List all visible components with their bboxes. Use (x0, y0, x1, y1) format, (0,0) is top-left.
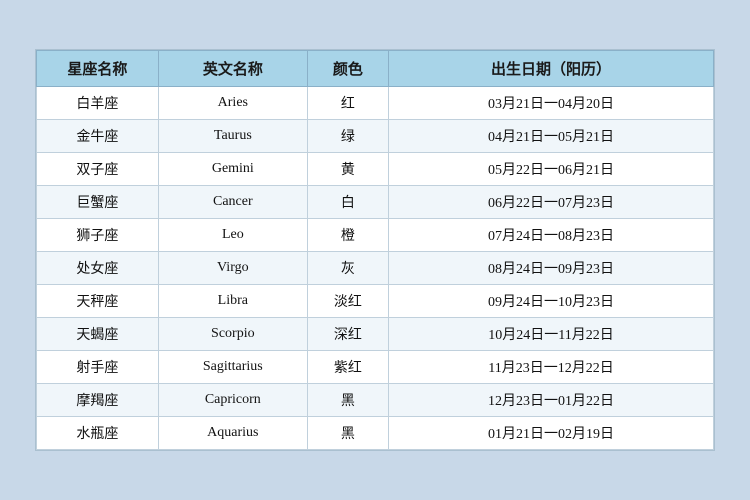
cell-color: 绿 (307, 120, 388, 153)
cell-english: Scorpio (158, 318, 307, 351)
cell-date: 06月22日一07月23日 (389, 186, 714, 219)
cell-english: Gemini (158, 153, 307, 186)
cell-date: 09月24日一10月23日 (389, 285, 714, 318)
table-row: 摩羯座Capricorn黑12月23日一01月22日 (37, 384, 714, 417)
table-row: 处女座Virgo灰08月24日一09月23日 (37, 252, 714, 285)
cell-chinese: 射手座 (37, 351, 159, 384)
header-color: 颜色 (307, 51, 388, 87)
table-row: 双子座Gemini黄05月22日一06月21日 (37, 153, 714, 186)
cell-date: 07月24日一08月23日 (389, 219, 714, 252)
cell-color: 深红 (307, 318, 388, 351)
cell-chinese: 天秤座 (37, 285, 159, 318)
cell-english: Aries (158, 87, 307, 120)
cell-date: 10月24日一11月22日 (389, 318, 714, 351)
cell-chinese: 巨蟹座 (37, 186, 159, 219)
table-row: 金牛座Taurus绿04月21日一05月21日 (37, 120, 714, 153)
table-row: 天蝎座Scorpio深红10月24日一11月22日 (37, 318, 714, 351)
cell-english: Cancer (158, 186, 307, 219)
table-row: 水瓶座Aquarius黑01月21日一02月19日 (37, 417, 714, 450)
cell-date: 08月24日一09月23日 (389, 252, 714, 285)
cell-color: 红 (307, 87, 388, 120)
table-row: 天秤座Libra淡红09月24日一10月23日 (37, 285, 714, 318)
cell-chinese: 处女座 (37, 252, 159, 285)
cell-color: 紫红 (307, 351, 388, 384)
table-row: 白羊座Aries红03月21日一04月20日 (37, 87, 714, 120)
table-row: 狮子座Leo橙07月24日一08月23日 (37, 219, 714, 252)
header-date: 出生日期（阳历） (389, 51, 714, 87)
cell-english: Leo (158, 219, 307, 252)
cell-color: 淡红 (307, 285, 388, 318)
cell-chinese: 狮子座 (37, 219, 159, 252)
cell-chinese: 白羊座 (37, 87, 159, 120)
cell-color: 黑 (307, 417, 388, 450)
table-body: 白羊座Aries红03月21日一04月20日金牛座Taurus绿04月21日一0… (37, 87, 714, 450)
cell-date: 11月23日一12月22日 (389, 351, 714, 384)
cell-english: Aquarius (158, 417, 307, 450)
cell-chinese: 双子座 (37, 153, 159, 186)
cell-date: 04月21日一05月21日 (389, 120, 714, 153)
cell-english: Libra (158, 285, 307, 318)
header-chinese: 星座名称 (37, 51, 159, 87)
cell-english: Taurus (158, 120, 307, 153)
table-row: 射手座Sagittarius紫红11月23日一12月22日 (37, 351, 714, 384)
cell-english: Virgo (158, 252, 307, 285)
zodiac-table-container: 星座名称 英文名称 颜色 出生日期（阳历） 白羊座Aries红03月21日一04… (35, 49, 715, 451)
cell-english: Capricorn (158, 384, 307, 417)
cell-color: 黑 (307, 384, 388, 417)
cell-color: 黄 (307, 153, 388, 186)
zodiac-table: 星座名称 英文名称 颜色 出生日期（阳历） 白羊座Aries红03月21日一04… (36, 50, 714, 450)
header-english: 英文名称 (158, 51, 307, 87)
cell-date: 01月21日一02月19日 (389, 417, 714, 450)
cell-color: 白 (307, 186, 388, 219)
cell-english: Sagittarius (158, 351, 307, 384)
cell-date: 05月22日一06月21日 (389, 153, 714, 186)
cell-chinese: 金牛座 (37, 120, 159, 153)
cell-color: 橙 (307, 219, 388, 252)
cell-chinese: 摩羯座 (37, 384, 159, 417)
cell-chinese: 水瓶座 (37, 417, 159, 450)
cell-color: 灰 (307, 252, 388, 285)
table-header-row: 星座名称 英文名称 颜色 出生日期（阳历） (37, 51, 714, 87)
table-row: 巨蟹座Cancer白06月22日一07月23日 (37, 186, 714, 219)
cell-date: 03月21日一04月20日 (389, 87, 714, 120)
cell-chinese: 天蝎座 (37, 318, 159, 351)
cell-date: 12月23日一01月22日 (389, 384, 714, 417)
